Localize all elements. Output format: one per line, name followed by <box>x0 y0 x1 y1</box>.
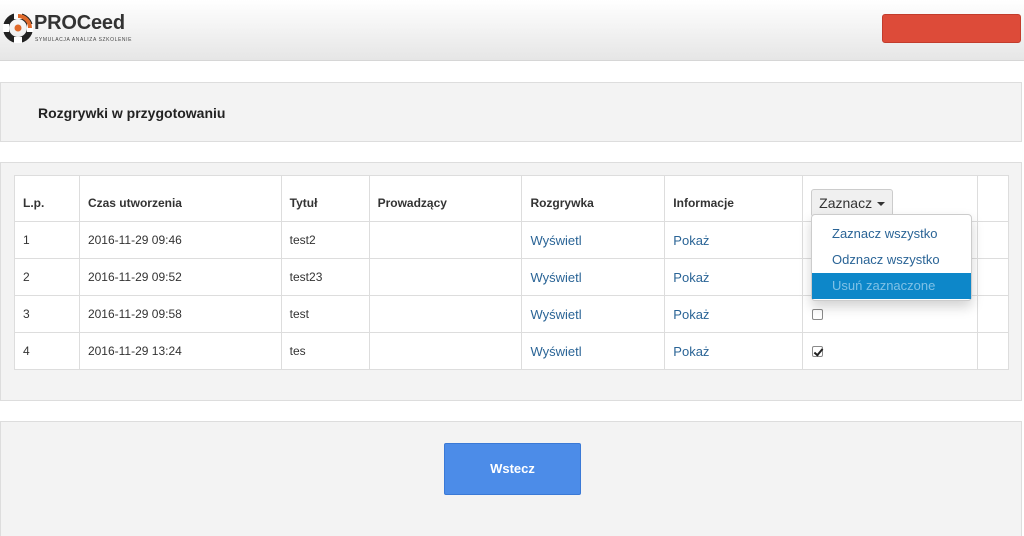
cell-info: Pokaż <box>664 295 804 333</box>
cell-lp: 1 <box>14 221 80 259</box>
table-row: 4 2016-11-29 13:24 tes Wyświetl Pokaż <box>14 332 1010 370</box>
column-header-game: Rozgrywka <box>521 175 666 222</box>
show-info-link[interactable]: Pokaż <box>673 307 709 322</box>
select-dropdown-button[interactable]: Zaznacz <box>811 188 894 217</box>
row-checkbox[interactable] <box>812 346 824 358</box>
cell-info: Pokaż <box>664 258 804 296</box>
logo[interactable]: PROCeed SYMULACJA ANALIZA SZKOLENIE <box>3 11 143 47</box>
cell-extra <box>976 258 1010 296</box>
title-panel: Rozgrywki w przygotowaniu <box>0 82 1022 142</box>
cell-game: Wyświetl <box>521 332 666 370</box>
cell-game: Wyświetl <box>521 295 666 333</box>
menu-item-delete-selected[interactable]: Usuń zaznaczone <box>812 273 971 299</box>
cell-select <box>802 295 978 333</box>
show-game-link[interactable]: Wyświetl <box>530 270 581 285</box>
logo-text: PROCeed <box>34 12 125 34</box>
column-header-created: Czas utworzenia <box>78 175 282 222</box>
top-bar: PROCeed SYMULACJA ANALIZA SZKOLENIE <box>0 0 1024 61</box>
cell-created: 2016-11-29 09:46 <box>78 221 282 259</box>
cell-extra <box>976 332 1010 370</box>
show-info-link[interactable]: Pokaż <box>673 344 709 359</box>
select-dropdown-menu: Zaznacz wszystko Odznacz wszystko Usuń z… <box>811 214 972 301</box>
cell-select <box>802 332 978 370</box>
cell-host <box>368 295 523 333</box>
cell-game: Wyświetl <box>521 221 666 259</box>
cell-info: Pokaż <box>664 332 804 370</box>
cell-extra <box>976 221 1010 259</box>
column-header-extra <box>976 175 1010 222</box>
logo-tagline: SYMULACJA ANALIZA SZKOLENIE <box>35 37 133 43</box>
column-header-lp: L.p. <box>14 175 80 222</box>
cell-extra <box>976 295 1010 333</box>
row-checkbox[interactable] <box>812 309 824 321</box>
show-game-link[interactable]: Wyświetl <box>530 344 581 359</box>
show-game-link[interactable]: Wyświetl <box>530 307 581 322</box>
cell-lp: 3 <box>14 295 80 333</box>
column-header-host: Prowadzący <box>368 175 523 222</box>
table-row: 3 2016-11-29 09:58 test Wyświetl Pokaż <box>14 295 1010 333</box>
cell-lp: 4 <box>14 332 80 370</box>
select-dropdown-label: Zaznacz <box>819 194 873 211</box>
caret-down-icon <box>877 201 886 206</box>
show-game-link[interactable]: Wyświetl <box>530 233 581 248</box>
cell-title: test <box>280 295 370 333</box>
show-info-link[interactable]: Pokaż <box>673 270 709 285</box>
cell-created: 2016-11-29 13:24 <box>78 332 282 370</box>
cell-title: test2 <box>280 221 370 259</box>
top-right-action-button[interactable] <box>882 14 1021 43</box>
cell-game: Wyświetl <box>521 258 666 296</box>
cell-created: 2016-11-29 09:58 <box>78 295 282 333</box>
column-header-info: Informacje <box>664 175 804 222</box>
cell-info: Pokaż <box>664 221 804 259</box>
column-header-title: Tytuł <box>280 175 370 222</box>
cell-title: tes <box>280 332 370 370</box>
cell-host <box>368 332 523 370</box>
back-button[interactable]: Wstecz <box>444 443 581 495</box>
cell-title: test23 <box>280 258 370 296</box>
menu-item-select-all[interactable]: Zaznacz wszystko <box>812 221 971 247</box>
cell-lp: 2 <box>14 258 80 296</box>
cell-host <box>368 258 523 296</box>
cell-host <box>368 221 523 259</box>
logo-icon <box>3 13 33 43</box>
page-title: Rozgrywki w przygotowaniu <box>38 105 226 121</box>
show-info-link[interactable]: Pokaż <box>673 233 709 248</box>
cell-created: 2016-11-29 09:52 <box>78 258 282 296</box>
menu-item-deselect-all[interactable]: Odznacz wszystko <box>812 247 971 273</box>
